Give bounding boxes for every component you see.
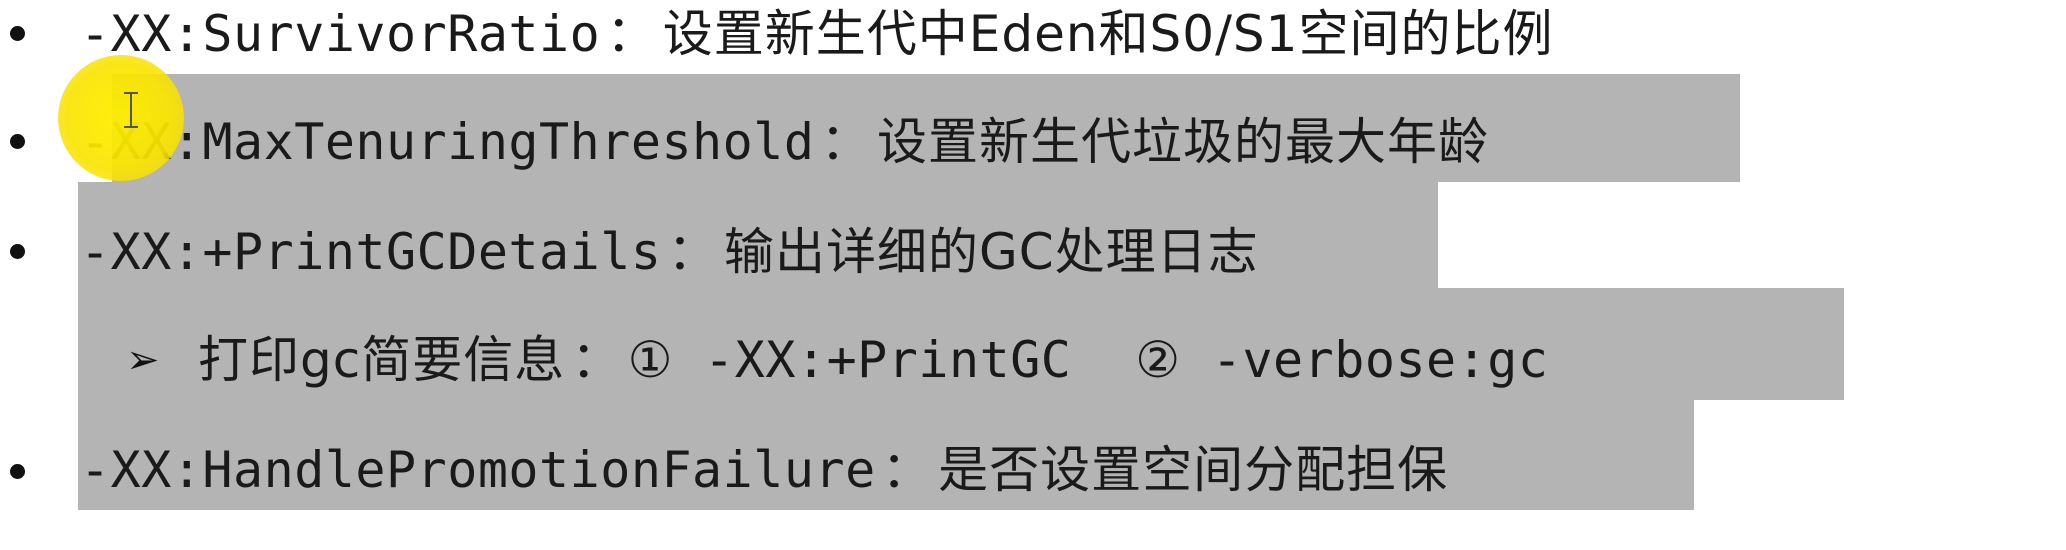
list-item-max-tenuring-threshold: -XX:MaxTenuringThreshold：设置新生代垃圾的最大年龄 (80, 112, 1489, 172)
separator: ： (820, 113, 871, 171)
option-name: -XX:SurvivorRatio (80, 5, 601, 63)
circled-one-marker: ① (627, 331, 674, 389)
cursor-highlight (58, 55, 184, 181)
list-item-survivor-ratio: -XX:SurvivorRatio：设置新生代中Eden和S0/S1空间的比例 (80, 4, 1553, 64)
bullet (10, 134, 25, 149)
separator: ： (571, 331, 622, 389)
circled-two-marker: ② (1135, 331, 1182, 389)
option-description: 设置新生代中Eden和S0/S1空间的比例 (662, 5, 1554, 63)
option-name: -XX:MaxTenuringThreshold (80, 113, 815, 171)
bullet (10, 464, 25, 479)
sub-list-item-print-gc: 打印gc简要信息： ① -XX:+PrintGC ② -verbose:gc (198, 330, 1548, 390)
option-description: 是否设置空间分配担保 (938, 441, 1449, 499)
arrow-bullet-icon: ➢ (126, 337, 160, 383)
option-name: -verbose:gc (1211, 331, 1549, 389)
sub-item-label: 打印gc简要信息 (198, 331, 566, 389)
separator: ： (881, 441, 933, 499)
slide: -XX:SurvivorRatio：设置新生代中Eden和S0/S1空间的比例 … (0, 0, 2066, 550)
separator: ： (667, 223, 718, 281)
option-description: 输出详细的GC处理日志 (723, 223, 1259, 281)
separator: ： (606, 5, 657, 63)
list-item-print-gc-details: -XX:+PrintGCDetails：输出详细的GC处理日志 (80, 222, 1259, 282)
bullet (10, 244, 25, 259)
option-description: 设置新生代垃圾的最大年龄 (876, 113, 1489, 171)
option-name: -XX:HandlePromotionFailure (80, 441, 876, 499)
list-item-handle-promotion-failure: -XX:HandlePromotionFailure：是否设置空间分配担保 (80, 440, 1448, 500)
text-cursor-icon (124, 92, 138, 128)
option-name: -XX:+PrintGC (704, 331, 1072, 389)
option-name: -XX:+PrintGCDetails (80, 223, 662, 281)
bullet (10, 26, 25, 41)
